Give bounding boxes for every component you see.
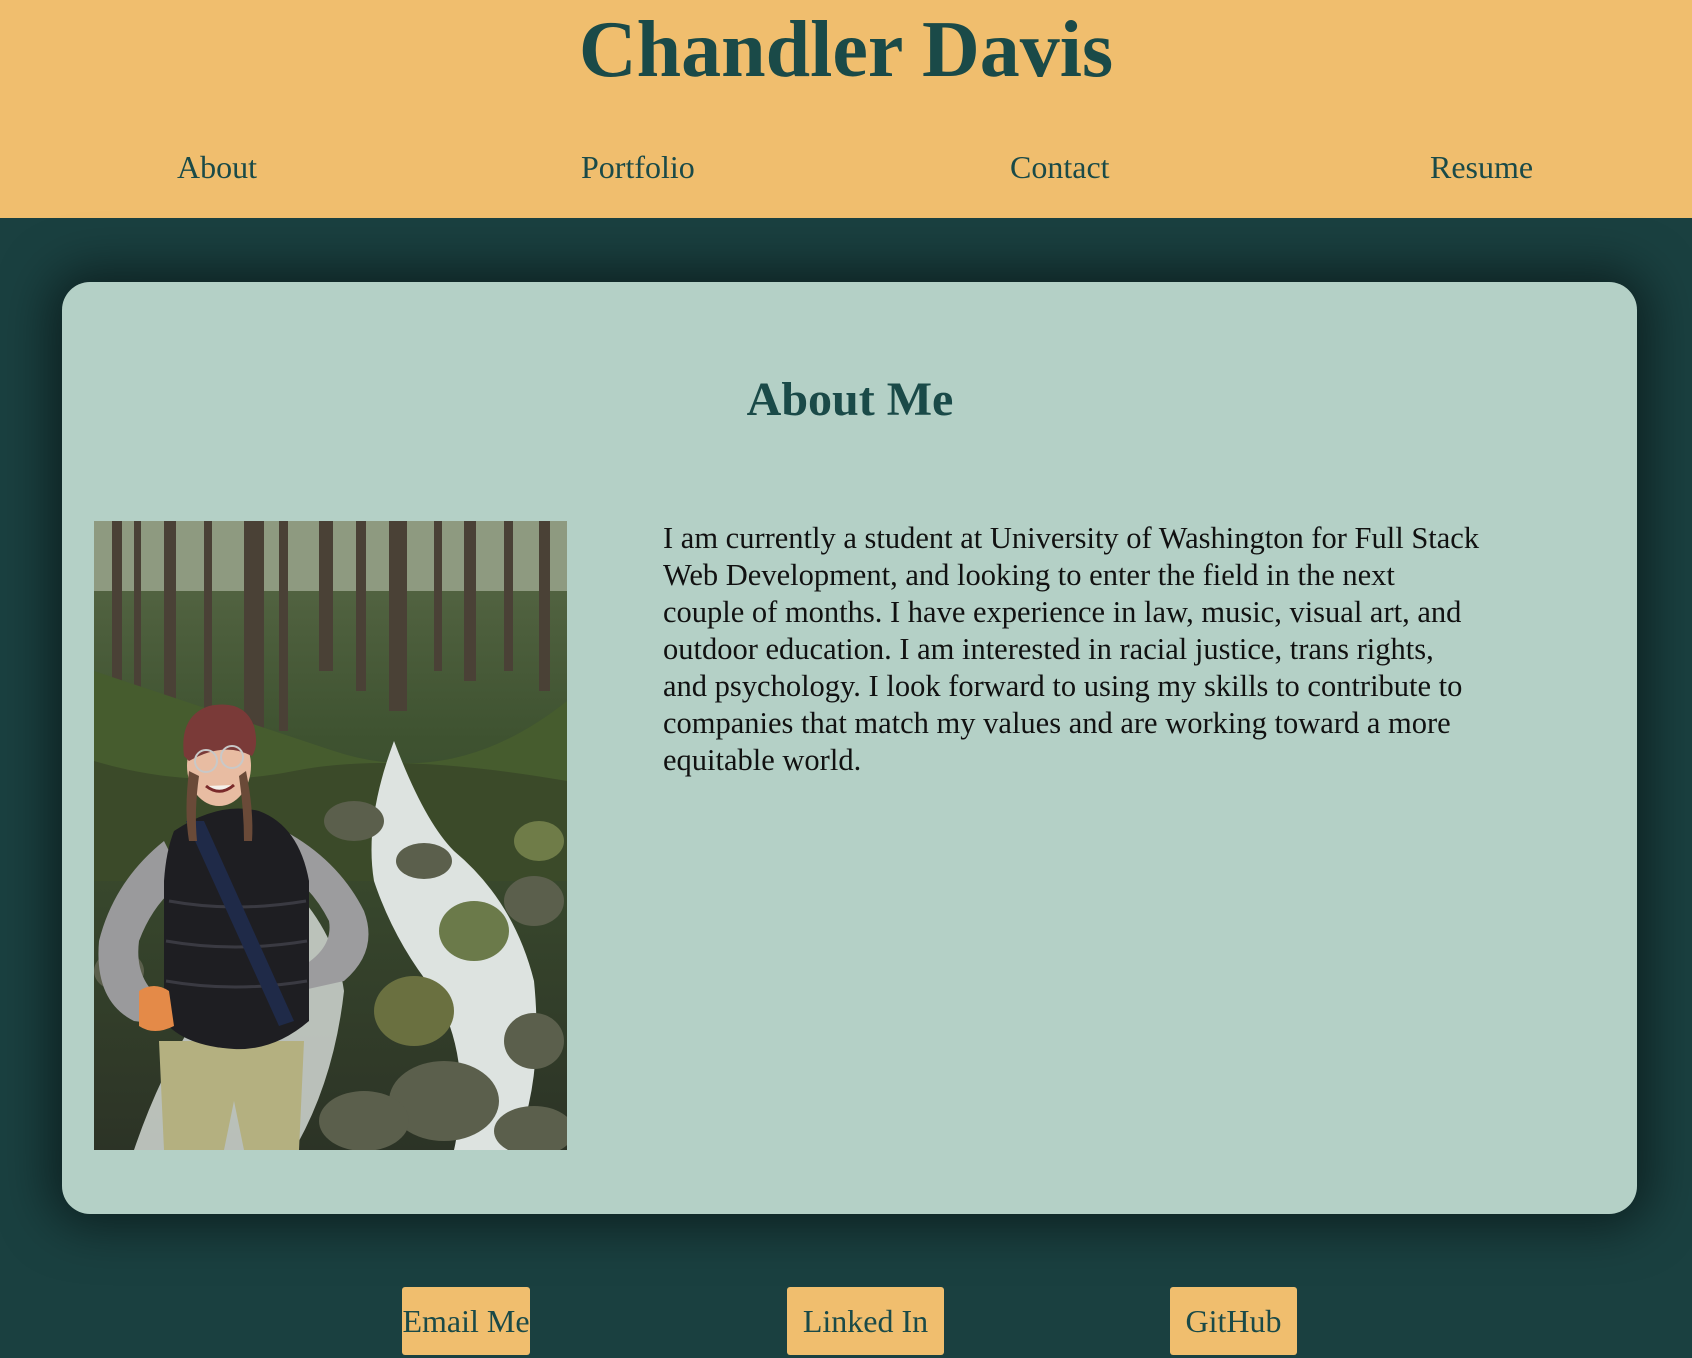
site-header: Chandler Davis About Portfolio Contact R…: [0, 0, 1692, 218]
about-paragraph: I am currently a student at University o…: [663, 521, 1480, 777]
linkedin-button[interactable]: Linked In: [787, 1287, 944, 1355]
github-button[interactable]: GitHub: [1170, 1287, 1297, 1355]
nav-link-contact[interactable]: Contact: [1010, 147, 1110, 187]
nav-link-resume[interactable]: Resume: [1430, 147, 1533, 187]
profile-photo: [94, 521, 567, 1150]
nav-link-portfolio[interactable]: Portfolio: [581, 147, 695, 187]
about-heading: About Me: [746, 373, 954, 426]
email-me-button[interactable]: Email Me: [402, 1287, 530, 1355]
nav-link-about[interactable]: About: [177, 147, 257, 187]
site-title: Chandler Davis: [578, 6, 1114, 94]
